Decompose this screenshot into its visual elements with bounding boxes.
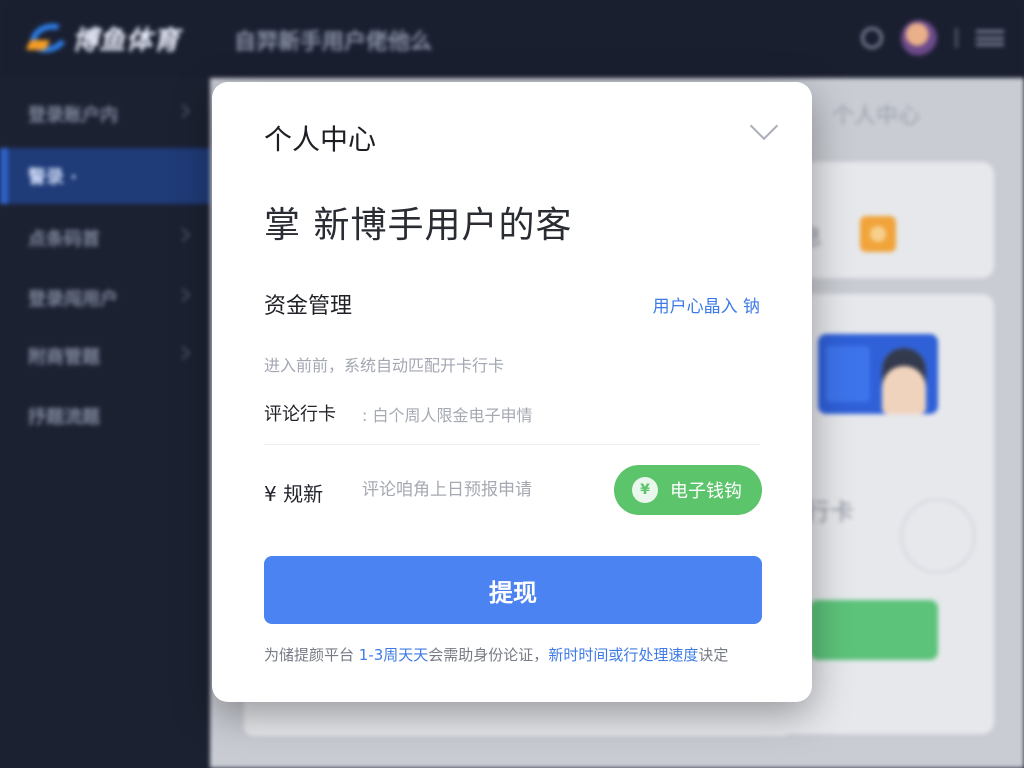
yen-icon [900, 498, 976, 574]
note-middle: 会需助身份论证， [428, 646, 549, 664]
sidebar-item-6[interactable]: 抒题流题 [0, 388, 210, 444]
section-link[interactable]: 用户心晶入 钠 [653, 292, 760, 317]
chevron-right-icon [175, 227, 191, 243]
divider [264, 444, 760, 445]
modal-headline: 掌 新博手用户的客 [264, 205, 573, 246]
sidebar-item-label: 登录账户内 [28, 105, 118, 126]
search-icon[interactable] [861, 27, 883, 49]
e-wallet-button[interactable]: ¥ 电子钱钩 [614, 465, 762, 515]
section-label: 资金管理 [264, 294, 353, 319]
sidebar-item-4[interactable]: 登录闯用户 [0, 270, 210, 326]
top-bar: 博鱼体育 自羿新手用户佬他么 [0, 0, 1024, 78]
sidebar-item-5[interactable]: 附商管题 [0, 328, 210, 384]
footer-strip [244, 696, 792, 736]
logo[interactable]: 博鱼体育 [25, 18, 181, 58]
hint-text: 进入前前，系统自动匹配开卡行卡 [264, 356, 505, 375]
avatar[interactable] [901, 20, 937, 56]
sidebar-item-login-account[interactable]: 登录账户内 [0, 86, 210, 142]
card-row-label: 评论行卡 [264, 404, 336, 425]
chevron-right-icon [175, 287, 191, 303]
sidebar-item-label: 警录 · [28, 167, 78, 188]
menu-icon[interactable] [976, 30, 1004, 46]
header-actions [861, 20, 1004, 56]
chevron-right-icon [175, 345, 191, 361]
amount-label: ¥ 规新 [264, 482, 324, 506]
sidebar-item-label: 抒题流题 [28, 407, 100, 428]
footnote: 为储提颜平台 1-3周天天会需助身份论证，新时时间或行处理速度诀定 [264, 644, 728, 665]
sidebar: 登录账户内 警录 · 点条码首 登录闯用户 附商管题 抒题流题 [0, 78, 210, 768]
card-row-value[interactable]: : 白个周人限金电子申情 [362, 402, 532, 426]
collapse-chevron-icon[interactable] [750, 116, 778, 144]
chevron-right-icon [175, 103, 191, 119]
promo-image[interactable] [818, 334, 938, 414]
note-highlight: 1-3周天天 [358, 646, 429, 664]
note-suffix: 诀定 [698, 646, 729, 664]
withdraw-button[interactable]: 提现 [264, 556, 762, 624]
header-title: 自羿新手用户佬他么 [234, 30, 433, 55]
sidebar-item-active[interactable]: 警录 · [0, 148, 210, 204]
yen-icon: ¥ [632, 477, 658, 503]
amount-input[interactable] [362, 476, 592, 504]
card-label: 行卡 [806, 498, 854, 526]
sidebar-item-label: 附商管题 [28, 347, 100, 368]
wallet-button-label: 电子钱钩 [670, 481, 742, 502]
modal-title: 个人中心 [264, 123, 377, 156]
confirm-button[interactable] [810, 600, 938, 660]
sidebar-item-label: 点条码首 [28, 229, 100, 250]
logo-icon [25, 18, 72, 58]
withdraw-modal: 个人中心 掌 新博手用户的客 资金管理 用户心晶入 钠 进入前前，系统自动匹配开… [212, 82, 812, 702]
divider-icon [955, 28, 958, 48]
logo-text: 博鱼体育 [72, 25, 181, 56]
sidebar-item-label: 登录闯用户 [28, 289, 118, 310]
note-prefix: 为储提颜平台 [264, 646, 355, 664]
main-title: 个人中心 [832, 104, 921, 129]
badge-icon [860, 216, 896, 252]
sidebar-item-3[interactable]: 点条码首 [0, 210, 210, 266]
note-highlight: 新时时间或行处理速度 [548, 646, 699, 664]
